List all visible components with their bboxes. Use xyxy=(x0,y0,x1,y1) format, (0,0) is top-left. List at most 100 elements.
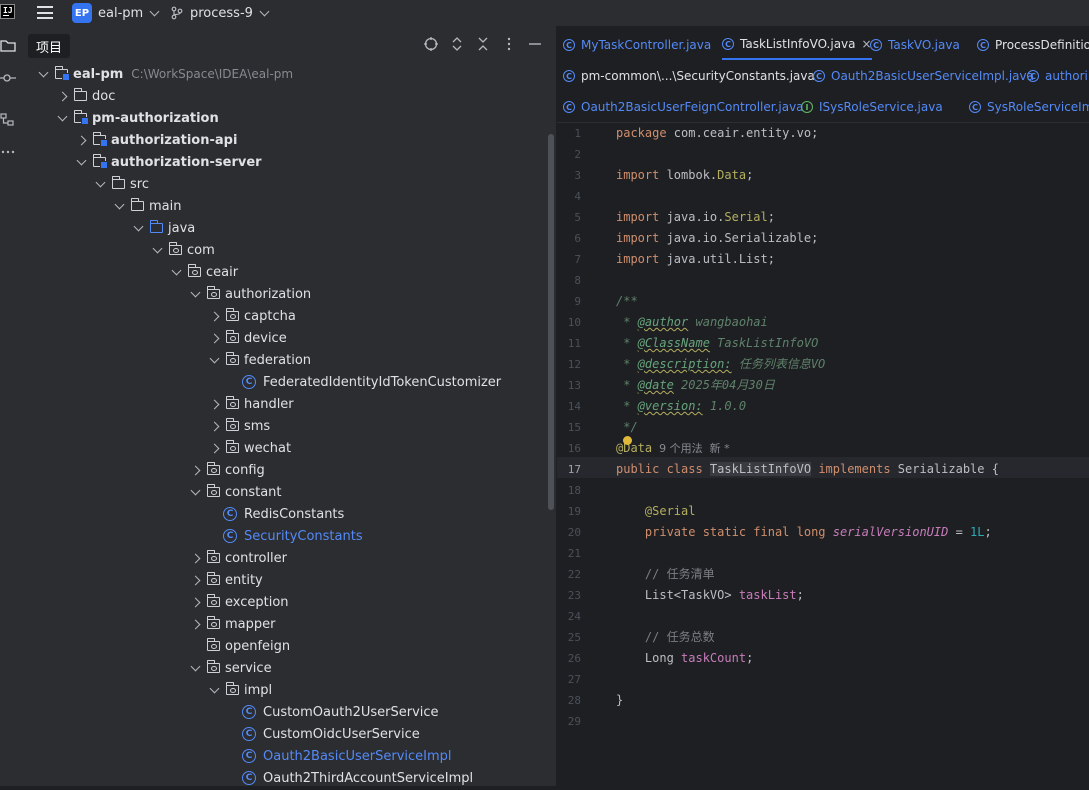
line-number[interactable]: 22 xyxy=(557,564,581,585)
tree-item-package[interactable]: wechat xyxy=(22,438,546,460)
code-line[interactable]: * @description: 任务列表信息VO xyxy=(616,354,825,375)
line-number[interactable]: 17 xyxy=(557,459,581,480)
editor-tab[interactable]: Cpm-common\...\SecurityConstants.java xyxy=(563,60,815,91)
tree-item-package[interactable]: openfeign xyxy=(22,636,546,658)
code-line[interactable]: * @version: 1.0.0 xyxy=(616,396,746,417)
lightbulb-icon[interactable] xyxy=(623,436,632,445)
chevron-down-icon[interactable] xyxy=(209,353,220,364)
line-number[interactable]: 2 xyxy=(557,144,581,165)
code-line[interactable]: private static final long serialVersionU… xyxy=(616,522,992,543)
code-line[interactable]: @Serial xyxy=(616,501,696,522)
tree-item-folder[interactable]: src xyxy=(22,174,546,196)
code-line[interactable]: public class TaskListInfoVO implements S… xyxy=(616,459,999,480)
code-line[interactable]: } xyxy=(616,690,623,711)
line-number[interactable]: 18 xyxy=(557,480,581,501)
line-number[interactable]: 6 xyxy=(557,228,581,249)
line-number[interactable]: 11 xyxy=(557,333,581,354)
chevron-down-icon[interactable] xyxy=(76,155,87,166)
line-number[interactable]: 12 xyxy=(557,354,581,375)
tree-item-package[interactable]: authorization xyxy=(22,284,546,306)
tree-item-package[interactable]: config xyxy=(22,460,546,482)
tree-item-class[interactable]: C CustomOauth2UserService xyxy=(22,702,546,724)
line-number[interactable]: 28 xyxy=(557,690,581,711)
chevron-down-icon[interactable] xyxy=(190,485,201,496)
tree-item-module[interactable]: authorization-server xyxy=(22,152,546,174)
chevron-right-icon[interactable] xyxy=(190,575,201,586)
line-number[interactable]: 8 xyxy=(557,270,581,291)
tree-item-package[interactable]: federation xyxy=(22,350,546,372)
chevron-right-icon[interactable] xyxy=(209,333,220,344)
code-line[interactable]: @Data 9 个用法 新 * xyxy=(616,438,730,459)
chevron-right-icon[interactable] xyxy=(209,399,220,410)
editor-tab[interactable]: C SysRoleServiceImpl.java xyxy=(969,91,1089,122)
line-number[interactable]: 9 xyxy=(557,291,581,312)
line-number[interactable]: 23 xyxy=(557,585,581,606)
tree-item-package[interactable]: sms xyxy=(22,416,546,438)
code-line[interactable]: Long taskCount; xyxy=(616,648,753,669)
line-number[interactable]: 1 xyxy=(557,123,581,144)
tree-item-package[interactable]: mapper xyxy=(22,614,546,636)
chevron-right-icon[interactable] xyxy=(209,443,220,454)
chevron-right-icon[interactable] xyxy=(190,619,201,630)
tree-item-package[interactable]: handler xyxy=(22,394,546,416)
code-line[interactable]: /** xyxy=(616,291,638,312)
code-line[interactable]: // 任务清单 xyxy=(616,564,715,585)
line-number[interactable]: 27 xyxy=(557,669,581,690)
tree-item-class[interactable]: C Oauth2BasicUserServiceImpl xyxy=(22,746,546,768)
code-line[interactable]: import java.util.List; xyxy=(616,249,775,270)
chevron-down-icon[interactable] xyxy=(209,683,220,694)
chevron-down-icon[interactable] xyxy=(114,199,125,210)
line-number[interactable]: 19 xyxy=(557,501,581,522)
line-number[interactable]: 20 xyxy=(557,522,581,543)
line-number[interactable]: 5 xyxy=(557,207,581,228)
editor-tab[interactable]: Cauthori xyxy=(1027,60,1088,91)
chevron-down-icon[interactable] xyxy=(171,265,182,276)
project-scrollbar[interactable] xyxy=(548,134,554,510)
code-line[interactable]: * @author wangbaohai xyxy=(616,312,768,333)
code-line[interactable]: import java.io.Serializable; xyxy=(616,228,818,249)
chevron-down-icon[interactable] xyxy=(152,243,163,254)
tree-item-class[interactable]: C Oauth2ThirdAccountServiceImpl xyxy=(22,768,546,790)
project-panel-title[interactable]: 项目 xyxy=(28,34,71,58)
tree-item-module[interactable]: authorization-api xyxy=(22,130,546,152)
tree-item-package[interactable]: impl xyxy=(22,680,546,702)
editor-tab[interactable]: C TaskListInfoVO.java × xyxy=(722,29,872,60)
chevron-right-icon[interactable] xyxy=(190,465,201,476)
line-number-gutter[interactable]: 1 2 3 4 5 6 7 8 9 10 11 12 13 14 15 16 17 18 19 20 21 22 23 24 2… xyxy=(557,121,613,786)
branch-switcher[interactable]: process-9 xyxy=(170,0,270,26)
code-line[interactable]: * @ClassName TaskListInfoVO xyxy=(616,333,818,354)
tree-item-module[interactable]: pm-authorization xyxy=(22,108,546,130)
chevron-down-icon[interactable] xyxy=(57,111,68,122)
code-line[interactable]: import java.io.Serial; xyxy=(616,207,775,228)
tree-item-package[interactable]: entity xyxy=(22,570,546,592)
chevron-down-icon[interactable] xyxy=(38,67,49,78)
tree-item-folder[interactable]: main xyxy=(22,196,546,218)
tree-item-package[interactable]: exception xyxy=(22,592,546,614)
line-number[interactable]: 3 xyxy=(557,165,581,186)
structure-icon[interactable] xyxy=(0,112,18,128)
chevron-right-icon[interactable] xyxy=(76,135,87,146)
code-line[interactable]: * @date 2025年04月30日 xyxy=(616,375,775,396)
tree-item-folder[interactable]: doc xyxy=(22,86,546,108)
line-number[interactable]: 26 xyxy=(557,648,581,669)
commit-icon[interactable] xyxy=(0,70,18,86)
minimize-icon[interactable] xyxy=(527,36,543,52)
tree-item-module[interactable]: eal-pm C:\WorkSpace\IDEA\eal-pm xyxy=(22,64,546,86)
line-number[interactable]: 4 xyxy=(557,186,581,207)
editor-tab[interactable]: C MyTaskController.java xyxy=(563,29,711,60)
project-switcher[interactable]: EP eal-pm xyxy=(72,0,160,26)
line-number[interactable]: 16 xyxy=(557,438,581,459)
line-number[interactable]: 24 xyxy=(557,606,581,627)
chevron-right-icon[interactable] xyxy=(209,311,220,322)
tree-item-package[interactable]: controller xyxy=(22,548,546,570)
chevron-right-icon[interactable] xyxy=(57,91,68,102)
code-line[interactable]: List<TaskVO> taskList; xyxy=(616,585,804,606)
code-line[interactable]: package com.ceair.entity.vo; xyxy=(616,123,818,144)
tree-item-package[interactable]: com xyxy=(22,240,546,262)
line-number[interactable]: 13 xyxy=(557,375,581,396)
editor-tab[interactable]: C Oauth2BasicUserFeignController.java xyxy=(563,91,804,122)
chevron-down-icon[interactable] xyxy=(190,661,201,672)
chevron-down-icon[interactable] xyxy=(95,177,106,188)
tree-item-class[interactable]: C FederatedIdentityIdTokenCustomizer xyxy=(22,372,546,394)
chevron-right-icon[interactable] xyxy=(190,597,201,608)
